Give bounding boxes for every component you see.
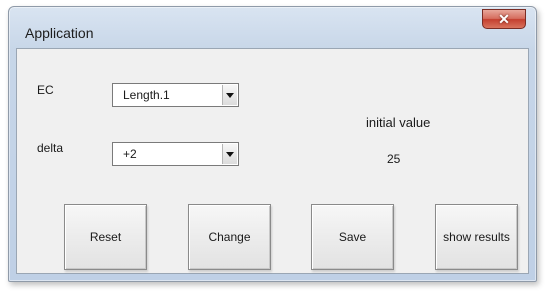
title-bar[interactable]: Application ✕ xyxy=(9,7,536,53)
delta-selected-value: +2 xyxy=(123,147,137,161)
close-icon: ✕ xyxy=(498,10,510,27)
save-button[interactable]: Save xyxy=(311,204,394,270)
delta-select[interactable]: +2 xyxy=(112,142,239,166)
window-title: Application xyxy=(25,25,94,41)
initial-value-label: initial value xyxy=(366,115,431,130)
show-results-button[interactable]: show results xyxy=(435,204,518,270)
application-window: Application ✕ EC Length.1 delta +2 initi… xyxy=(8,6,537,282)
ec-label: EC xyxy=(37,83,54,97)
change-button[interactable]: Change xyxy=(188,204,271,270)
delta-label: delta xyxy=(37,141,64,155)
chevron-down-icon xyxy=(226,151,234,157)
ec-dropdown-button[interactable] xyxy=(222,85,237,105)
ec-select[interactable]: Length.1 xyxy=(112,83,239,107)
initial-value-number: 25 xyxy=(387,152,401,166)
close-button[interactable]: ✕ xyxy=(482,9,526,29)
delta-dropdown-button[interactable] xyxy=(222,144,237,164)
ec-selected-value: Length.1 xyxy=(123,88,170,102)
chevron-down-icon xyxy=(226,92,234,98)
dialog-body: EC Length.1 delta +2 initial value 25 Re… xyxy=(16,48,529,274)
reset-button[interactable]: Reset xyxy=(64,204,147,270)
